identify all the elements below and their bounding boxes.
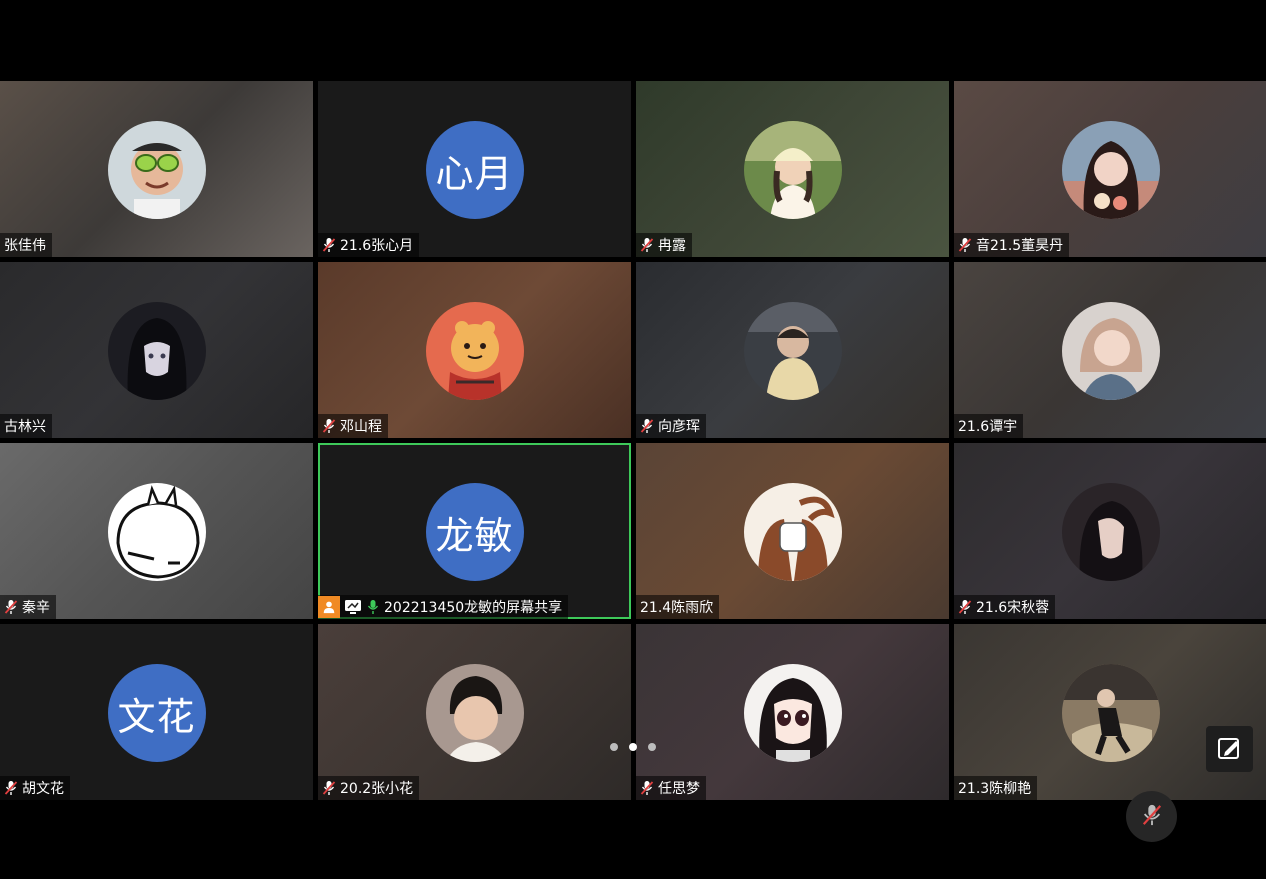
participant-name-label: 冉露 <box>636 233 692 257</box>
page-dot[interactable] <box>610 743 618 751</box>
participant-tile[interactable]: 邓山程 <box>318 262 631 438</box>
participant-initials-avatar: 心月 <box>425 121 524 219</box>
participant-name: 秦辛 <box>22 600 50 616</box>
participant-tile[interactable]: 音21.5董昊丹 <box>954 81 1266 257</box>
participant-name-label: 胡文花 <box>0 776 70 800</box>
participant-tile-active-speaker[interactable]: 龙敏 202213450龙敏的屏幕共享 <box>318 443 631 619</box>
participant-name-label: 向彦珲 <box>636 414 706 438</box>
participant-name: 21.6宋秋蓉 <box>976 600 1050 616</box>
mic-muted-icon <box>322 237 336 253</box>
participant-name-label: 任思梦 <box>636 776 706 800</box>
mic-muted-icon <box>4 780 18 796</box>
participant-name-label: 音21.5董昊丹 <box>954 233 1070 257</box>
annotate-icon <box>1217 734 1243 764</box>
participant-tile[interactable]: 21.6宋秋蓉 <box>954 443 1266 619</box>
participant-name: 202213450龙敏的屏幕共享 <box>384 600 563 616</box>
participant-tile[interactable]: 21.3陈柳艳 <box>954 624 1266 800</box>
participant-avatar <box>107 483 206 581</box>
participant-avatar <box>743 302 842 400</box>
participant-name: 向彦珲 <box>658 419 700 435</box>
mic-muted-icon <box>4 599 18 615</box>
annotate-button[interactable] <box>1206 726 1253 772</box>
participant-name: 21.3陈柳艳 <box>958 781 1032 797</box>
mic-active-icon <box>366 599 380 615</box>
participant-name-label: 古林兴 <box>0 414 52 438</box>
participant-name: 任思梦 <box>658 781 700 797</box>
mic-muted-icon <box>640 237 654 253</box>
mic-muted-icon <box>958 237 972 253</box>
page-indicator[interactable] <box>610 743 656 751</box>
participant-name: 冉露 <box>658 238 686 254</box>
participant-name: 21.6张心月 <box>340 238 414 254</box>
participant-avatar <box>743 121 842 219</box>
page-dot[interactable] <box>648 743 656 751</box>
participant-name-label: 张佳伟 <box>0 233 52 257</box>
participant-name-label: 21.4陈雨欣 <box>636 595 720 619</box>
participant-tile[interactable]: 古林兴 <box>0 262 313 438</box>
participant-avatar <box>743 664 842 762</box>
participant-name-label: 邓山程 <box>318 414 388 438</box>
participant-avatar <box>1061 483 1160 581</box>
participant-tile[interactable]: 任思梦 <box>636 624 949 800</box>
participant-avatar <box>425 664 524 762</box>
participant-avatar <box>743 483 842 581</box>
participant-name-label: 21.6宋秋蓉 <box>954 595 1056 619</box>
participant-name: 20.2张小花 <box>340 781 414 797</box>
participant-tile[interactable]: 秦辛 <box>0 443 313 619</box>
participant-tile[interactable]: 向彦珲 <box>636 262 949 438</box>
mic-muted-icon <box>322 418 336 434</box>
participant-tile[interactable]: 文花 胡文花 <box>0 624 313 800</box>
participant-name-label: 21.3陈柳艳 <box>954 776 1038 800</box>
participant-initials-avatar: 龙敏 <box>425 483 524 581</box>
participant-name: 古林兴 <box>4 419 46 435</box>
participant-avatar <box>107 302 206 400</box>
mic-muted-icon <box>640 418 654 434</box>
participant-name: 邓山程 <box>340 419 382 435</box>
mic-muted-icon <box>958 599 972 615</box>
participant-name-label: 21.6张心月 <box>318 233 420 257</box>
participant-tile[interactable]: 20.2张小花 <box>318 624 631 800</box>
mute-button[interactable] <box>1126 791 1177 842</box>
participant-tile[interactable]: 张佳伟 <box>0 81 313 257</box>
mic-muted-icon <box>640 780 654 796</box>
participant-name-label: 20.2张小花 <box>318 776 420 800</box>
participant-name-label: 21.6谭宇 <box>954 414 1024 438</box>
participant-tile[interactable]: 冉露 <box>636 81 949 257</box>
mic-muted-icon <box>1141 803 1163 831</box>
participant-name-label: 秦辛 <box>0 595 56 619</box>
participant-avatar <box>1061 302 1160 400</box>
person-icon <box>318 596 340 618</box>
participant-name: 21.4陈雨欣 <box>640 600 714 616</box>
participant-avatar <box>1061 664 1160 762</box>
screen-share-icon <box>344 599 362 615</box>
page-dot-current[interactable] <box>629 743 637 751</box>
participant-avatar <box>425 302 524 400</box>
participant-initials-avatar: 文花 <box>107 664 206 762</box>
participant-name: 音21.5董昊丹 <box>976 238 1064 254</box>
participant-name-label: 202213450龙敏的屏幕共享 <box>318 595 569 619</box>
participant-tile[interactable]: 21.4陈雨欣 <box>636 443 949 619</box>
mic-muted-icon <box>322 780 336 796</box>
participant-avatar <box>107 121 206 219</box>
participant-name: 21.6谭宇 <box>958 419 1018 435</box>
participant-tile[interactable]: 心月 21.6张心月 <box>318 81 631 257</box>
participant-avatar <box>1061 121 1160 219</box>
participant-name: 张佳伟 <box>4 238 46 254</box>
video-grid: 张佳伟 心月 21.6张心月 冉露 音21.5董昊丹 古林兴 邓山程 向彦珲 2… <box>0 81 1266 800</box>
participant-name: 胡文花 <box>22 781 64 797</box>
participant-tile[interactable]: 21.6谭宇 <box>954 262 1266 438</box>
